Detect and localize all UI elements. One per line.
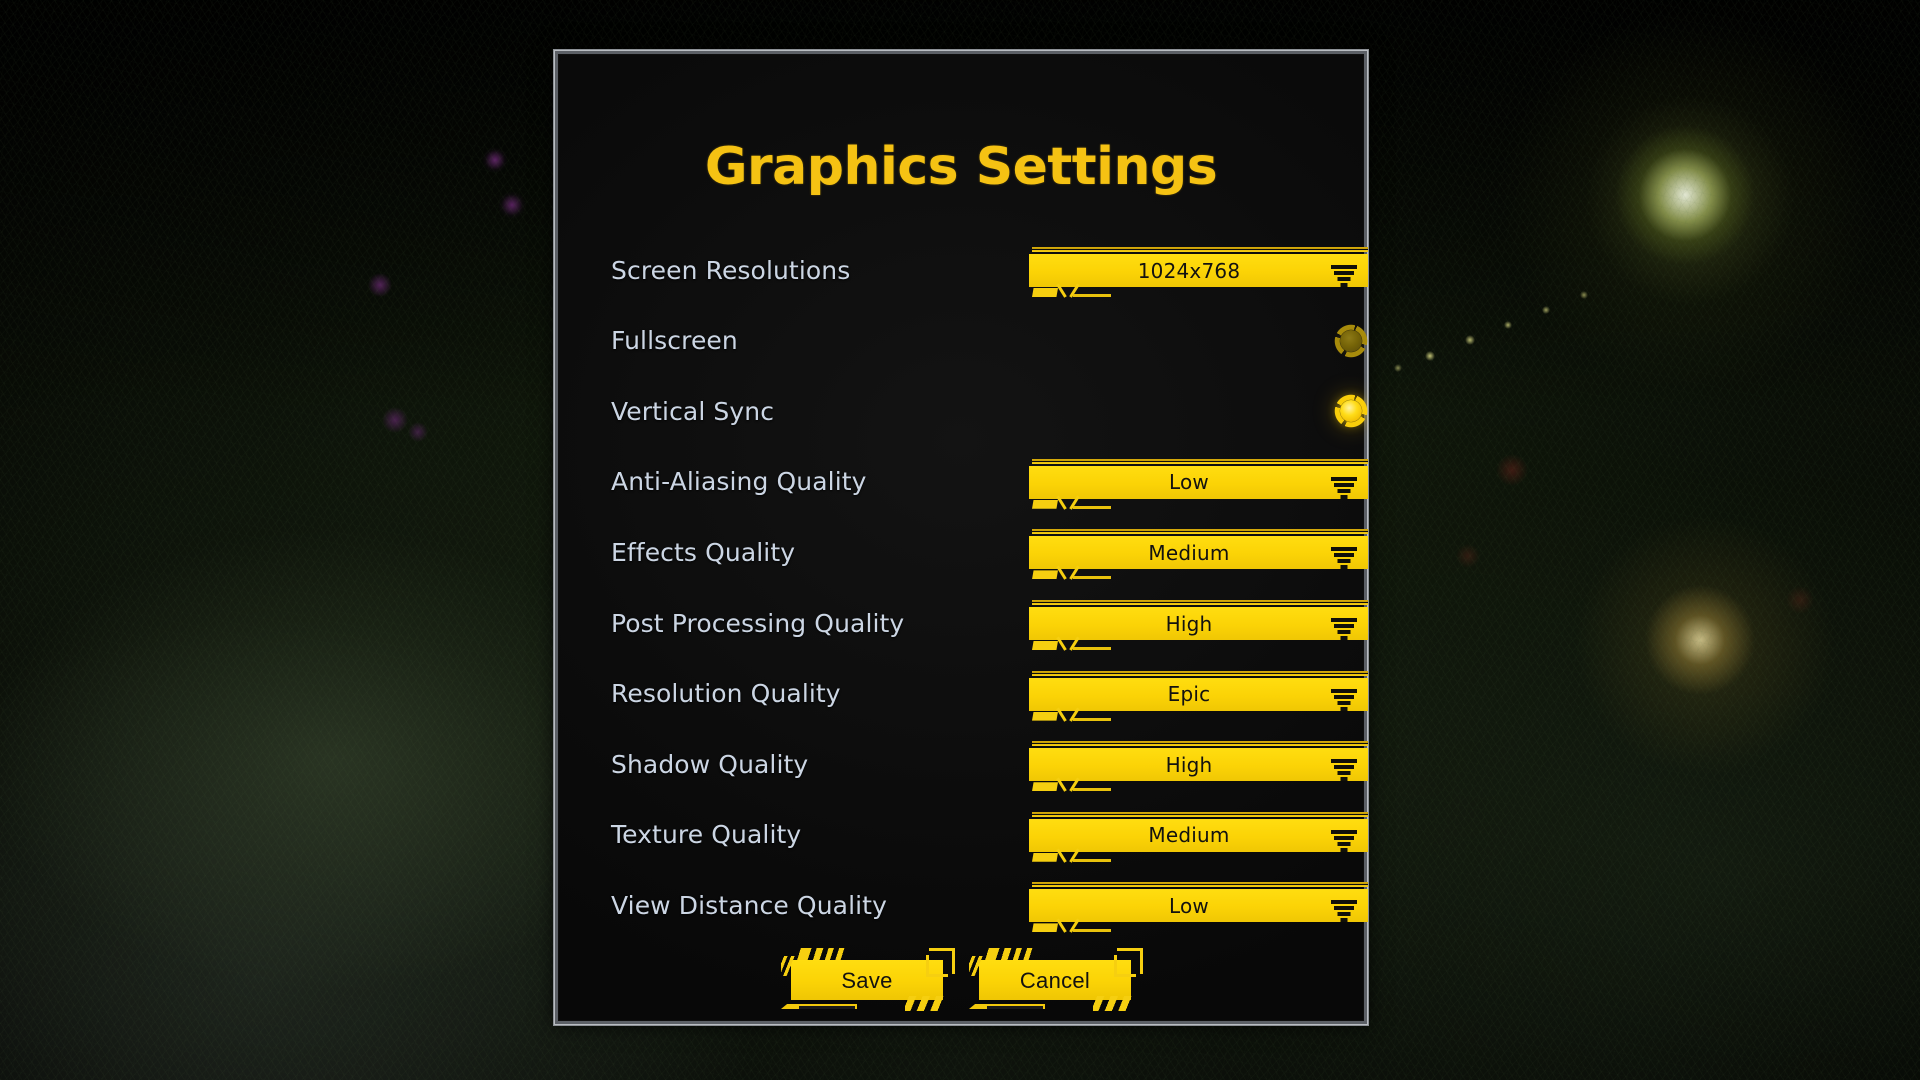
- setting-dropdown[interactable]: High: [1029, 741, 1368, 792]
- save-button[interactable]: Save: [781, 948, 955, 1011]
- setting-dropdown[interactable]: Medium: [1029, 811, 1368, 862]
- button-top-right-bracket-decor: [929, 948, 955, 974]
- dropdown-bar[interactable]: Medium: [1029, 818, 1368, 854]
- page-title: Graphics Settings: [704, 137, 1218, 197]
- setting-label: Anti-Aliasing Quality: [611, 467, 867, 497]
- setting-row: Shadow Quality High: [611, 741, 1368, 792]
- dropdown-bar[interactable]: Low: [1029, 889, 1368, 924]
- setting-row: Anti-Aliasing Quality Low: [611, 458, 1368, 509]
- setting-row: Vertical Sync: [611, 388, 1368, 434]
- setting-label: Texture Quality: [611, 820, 802, 850]
- dropdown-bottom-tab-decor: [1032, 852, 1058, 862]
- dropdown-bar[interactable]: Low: [1029, 465, 1368, 501]
- setting-row: Post Processing Quality High: [611, 600, 1368, 650]
- setting-dropdown[interactable]: Medium: [1029, 529, 1368, 580]
- setting-label: Resolution Quality: [611, 679, 841, 709]
- dropdown-bottom-line-decor: [1073, 788, 1111, 792]
- setting-dropdown[interactable]: High: [1029, 600, 1368, 650]
- chevron-funnel-icon: [1331, 829, 1357, 854]
- dropdown-bottom-tab-decor: [1032, 711, 1058, 721]
- chevron-funnel-icon: [1331, 547, 1357, 571]
- dropdown-bar[interactable]: Medium: [1029, 536, 1368, 571]
- dropdown-bottom-line-decor: [1073, 647, 1111, 650]
- setting-row: Resolution Quality Epic: [611, 670, 1368, 721]
- setting-dropdown[interactable]: 1024x768: [1029, 247, 1368, 297]
- dropdown-bottom-line-decor: [1073, 858, 1111, 862]
- dropdown-top-line-decor: [1032, 670, 1368, 676]
- cancel-button-label: Cancel: [1019, 968, 1091, 993]
- chevron-funnel-icon: [1331, 265, 1357, 289]
- dropdown-top-line-decor: [1032, 458, 1368, 464]
- dropdown-top-line-decor: [1032, 811, 1368, 817]
- graphics-settings-panel: Graphics Settings Screen Resolutions 1024…: [553, 49, 1369, 1026]
- setting-dropdown[interactable]: Low: [1029, 882, 1368, 933]
- dropdown-bottom-tab-decor: [1032, 570, 1058, 580]
- dropdown-bar[interactable]: Epic: [1029, 677, 1368, 713]
- button-bottom-left-notch-decor: [799, 1006, 855, 1009]
- setting-toggle[interactable]: [1334, 394, 1368, 429]
- setting-label: Screen Resolutions: [611, 255, 851, 285]
- setting-row: Screen Resolutions 1024x768: [611, 247, 1368, 297]
- dropdown-value: 1024x768: [1137, 258, 1241, 283]
- dropdown-bar[interactable]: High: [1029, 748, 1368, 783]
- panel-inner-surface: Graphics Settings Screen Resolutions 1024…: [559, 55, 1368, 1020]
- setting-row: Texture Quality Medium: [611, 811, 1368, 862]
- chevron-funnel-icon: [1331, 759, 1357, 783]
- setting-row: Fullscreen: [611, 318, 1368, 364]
- toggle-core: [1340, 329, 1362, 352]
- dropdown-bar[interactable]: 1024x768: [1029, 254, 1368, 289]
- dropdown-value: Epic: [1167, 682, 1211, 707]
- dropdown-top-line-decor: [1032, 529, 1368, 535]
- dropdown-value: High: [1165, 752, 1213, 777]
- save-button-label: Save: [841, 968, 893, 993]
- setting-label: Shadow Quality: [611, 749, 809, 779]
- dropdown-value: Medium: [1148, 540, 1230, 565]
- setting-label: Post Processing Quality: [611, 608, 905, 638]
- dropdown-top-line-decor: [1032, 741, 1368, 747]
- cancel-button[interactable]: Cancel: [969, 948, 1143, 1011]
- dropdown-bottom-tab-decor: [1032, 499, 1058, 509]
- dropdown-top-line-decor: [1032, 882, 1368, 888]
- dropdown-bottom-tab-decor: [1032, 641, 1058, 650]
- button-top-right-bracket-decor: [1117, 948, 1143, 974]
- dropdown-bottom-tab-decor: [1032, 782, 1058, 792]
- setting-label: Vertical Sync: [611, 396, 775, 426]
- setting-row: Effects Quality Medium: [611, 529, 1368, 580]
- setting-row: View Distance Quality Low: [611, 882, 1368, 933]
- dropdown-value: High: [1165, 611, 1213, 636]
- dropdown-top-line-decor: [1032, 247, 1368, 252]
- dropdown-bar[interactable]: High: [1029, 607, 1368, 642]
- setting-toggle[interactable]: [1334, 323, 1368, 358]
- dropdown-bottom-line-decor: [1073, 576, 1111, 580]
- dropdown-top-line-decor: [1032, 600, 1368, 605]
- chevron-funnel-icon: [1331, 618, 1357, 642]
- chevron-funnel-icon: [1331, 900, 1357, 924]
- dropdown-value: Low: [1169, 893, 1209, 918]
- button-bottom-left-notch-decor: [987, 1006, 1043, 1009]
- button-left-slash-decor: [969, 956, 983, 976]
- panel-actions: Save Cancel: [559, 948, 1363, 1011]
- dropdown-value: Medium: [1148, 823, 1230, 848]
- dropdown-bottom-line-decor: [1073, 717, 1111, 721]
- setting-label: Fullscreen: [611, 326, 738, 356]
- button-bottom-right-slash-decor: [905, 996, 951, 1011]
- dropdown-bottom-line-decor: [1073, 294, 1111, 297]
- dropdown-bottom-line-decor: [1073, 929, 1111, 933]
- dropdown-value: Low: [1169, 470, 1209, 495]
- dropdown-bottom-tab-decor: [1032, 288, 1058, 297]
- setting-dropdown[interactable]: Epic: [1029, 670, 1368, 721]
- dropdown-bottom-tab-decor: [1032, 923, 1058, 933]
- setting-dropdown[interactable]: Low: [1029, 458, 1368, 509]
- setting-label: Effects Quality: [611, 537, 796, 567]
- button-top-left-slash-decor: [985, 948, 1047, 960]
- chevron-funnel-icon: [1331, 688, 1357, 713]
- button-top-left-slash-decor: [797, 948, 859, 960]
- setting-label: View Distance Quality: [611, 890, 887, 920]
- dropdown-bottom-line-decor: [1073, 505, 1111, 509]
- chevron-funnel-icon: [1331, 476, 1357, 501]
- button-bottom-right-slash-decor: [1093, 996, 1139, 1011]
- button-left-slash-decor: [781, 956, 795, 976]
